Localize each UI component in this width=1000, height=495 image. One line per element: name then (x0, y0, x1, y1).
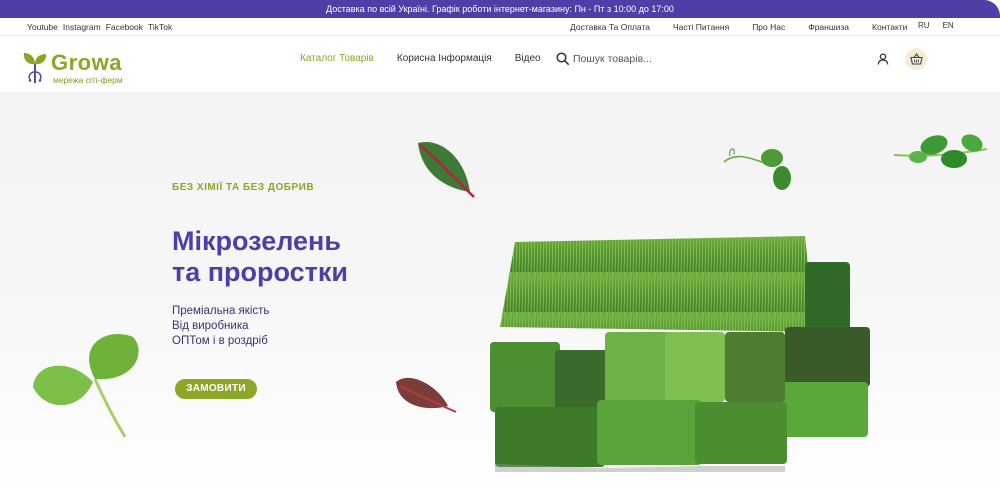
main-header: Growa мережа сіті-ферм Каталог Товарів К… (0, 36, 1000, 92)
leaf-left-icon (33, 333, 139, 438)
social-link-tiktok[interactable]: TikTok (148, 22, 172, 32)
language-switcher: RU EN (918, 21, 954, 30)
top-bar: Youtube Instagram Facebook TikTok Достав… (0, 18, 1000, 36)
cart-button[interactable] (905, 48, 927, 70)
hero-features: Преміальна якість Від виробника ОПТом і … (172, 304, 269, 349)
basket-icon (909, 53, 923, 65)
announcement-text: Доставка по всій Україні. Графік роботи … (326, 4, 674, 14)
pea-tendril-icon (723, 148, 791, 190)
top-link-about[interactable]: Про Нас (752, 22, 785, 32)
top-link-faq[interactable]: Часті Питання (673, 22, 729, 32)
search-icon[interactable] (556, 52, 569, 65)
hero-title: Мікрозелень та проростки (172, 226, 348, 288)
search-input[interactable] (573, 51, 753, 67)
social-link-instagram[interactable]: Instagram (63, 22, 101, 32)
lang-ru[interactable]: RU (918, 21, 930, 30)
logo[interactable]: Growa мережа сіті-ферм (22, 50, 142, 86)
top-link-contacts[interactable]: Контакти (872, 22, 907, 32)
social-link-facebook[interactable]: Facebook (106, 22, 143, 32)
top-links: Доставка Та Оплата Часті Питання Про Нас… (570, 22, 930, 32)
logo-subtitle: мережа сіті-ферм (53, 75, 123, 85)
sprout-logo-icon (23, 53, 47, 83)
main-nav: Каталог Товарів Корисна Інформація Відео (300, 53, 564, 64)
feature-item: Від виробника (172, 320, 249, 332)
hero-tagline: БЕЗ ХІМІЇ ТА БЕЗ ДОБРИВ (172, 182, 315, 193)
account-button[interactable] (872, 48, 894, 70)
lang-en[interactable]: EN (943, 21, 954, 30)
red-leaf-icon (396, 377, 457, 413)
top-link-delivery[interactable]: Доставка Та Оплата (570, 22, 650, 32)
announcement-bar: Доставка по всій Україні. Графік роботи … (0, 0, 1000, 18)
nav-item-useful-info[interactable]: Корисна Інформація (397, 53, 492, 64)
social-link-youtube[interactable]: Youtube (27, 22, 58, 32)
beet-leaf-top-icon (418, 141, 475, 198)
feature-item: Преміальна якість (172, 305, 270, 317)
feature-item: ОПТом і в роздріб (172, 335, 268, 347)
user-icon (877, 53, 889, 65)
social-links: Youtube Instagram Facebook TikTok (27, 22, 172, 32)
search-box (556, 51, 756, 67)
hero-banner: БЕЗ ХІМІЇ ТА БЕЗ ДОБРИВ Мікрозелень та п… (0, 92, 1000, 495)
hero-title-line2: та проростки (172, 257, 349, 287)
nav-item-catalog[interactable]: Каталог Товарів (300, 53, 374, 64)
order-button[interactable]: ЗАМОВИТИ (175, 379, 257, 399)
hero-title-line1: Мікрозелень (172, 226, 341, 256)
pea-shoots-icon (893, 134, 988, 168)
microgreens-trays-image (490, 236, 870, 472)
logo-brand: Growa (51, 50, 122, 75)
nav-item-video[interactable]: Відео (515, 53, 541, 64)
top-link-franchise[interactable]: Франшиза (808, 22, 849, 32)
